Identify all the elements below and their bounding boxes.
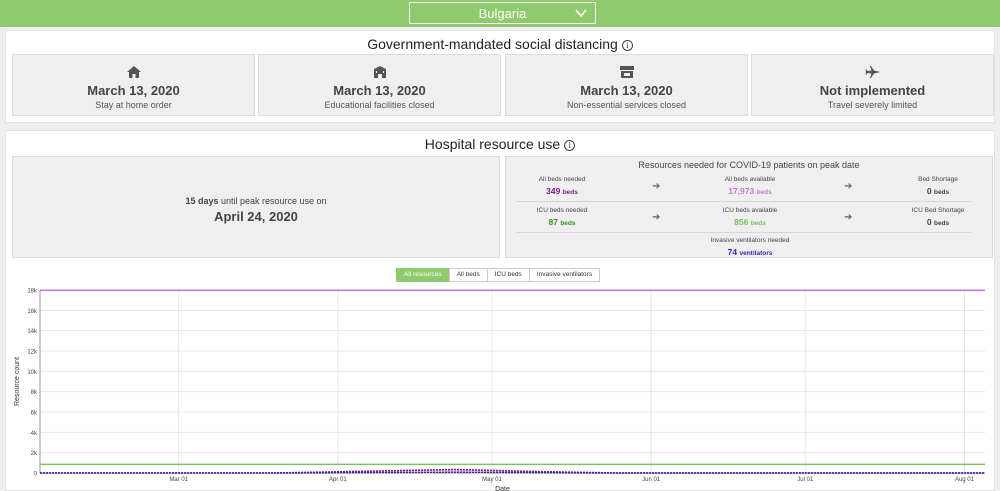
peak-date: April 24, 2020 — [214, 209, 298, 224]
info-icon[interactable]: i — [621, 40, 633, 51]
home-icon — [126, 66, 141, 78]
arrow-right-icon: ➔ — [652, 181, 661, 192]
tab-all-resources[interactable]: All resources — [396, 268, 450, 282]
country-select[interactable]: Bulgaria — [409, 2, 596, 24]
top-bar: Bulgaria — [0, 0, 1000, 27]
peak-days: 15 days — [185, 196, 219, 206]
x-tick-label: Aug 01 — [955, 477, 975, 483]
icu-beds-available: ICU beds available 856 beds — [722, 207, 778, 227]
x-tick-label: May 01 — [482, 477, 502, 483]
y-tick-label: 6k — [31, 411, 38, 417]
peak-card: 15 days until peak resource use on April… — [12, 156, 500, 258]
y-tick-label: 0 — [34, 472, 38, 478]
chevron-down-icon — [575, 9, 587, 18]
stay-at-home-desc: Stay at home order — [95, 100, 172, 110]
y-tick-label: 2k — [31, 451, 38, 457]
y-tick-label: 16k — [27, 309, 38, 315]
stay-at-home-date: March 13, 2020 — [87, 83, 180, 98]
resource-chart: 0 2k 4k 6k 8k 10k 12k 14k 16k 18k Mar 01 Apr 01 May … — [14, 289, 985, 491]
y-tick-label: 12k — [27, 350, 38, 356]
non-essential-services-card: March 13, 2020 Non-essential services cl… — [505, 54, 748, 116]
all-beds-available: All beds available 17,973 beds — [724, 176, 776, 196]
y-tick-label: 14k — [27, 329, 38, 335]
divider — [516, 232, 971, 233]
arrow-right-icon: ➔ — [844, 181, 853, 192]
arrow-right-icon: ➔ — [844, 212, 853, 223]
store-icon — [619, 66, 634, 78]
tab-icu-beds[interactable]: ICU beds — [486, 268, 530, 282]
x-axis-label: Date — [495, 486, 510, 491]
resources-title: Resources needed for COVID-19 patients o… — [638, 160, 860, 170]
divider — [516, 201, 971, 202]
tab-invasive-ventilators[interactable]: Invasive ventilators — [528, 268, 601, 282]
ventilators-needed: Invasive ventilators needed 74 ventilato… — [710, 237, 790, 257]
x-tick-label: Jun 01 — [642, 477, 661, 483]
hospital-resource-title: Hospital resource use — [424, 136, 561, 152]
travel-limited-card: Not implemented Travel severely limited — [751, 54, 994, 116]
arrow-right-icon: ➔ — [652, 212, 661, 223]
y-axis-label: Resource count — [14, 357, 21, 406]
x-tick-label: Apr 01 — [329, 477, 347, 483]
x-tick-label: Jul 01 — [797, 477, 814, 483]
educational-facilities-card: March 13, 2020 Educational facilities cl… — [258, 54, 501, 116]
non-essential-services-desc: Non-essential services closed — [566, 100, 687, 110]
social-distancing-title: Government-mandated social distancing — [367, 36, 618, 52]
bed-shortage: Bed Shortage 0 beds — [918, 176, 958, 196]
tab-all-beds[interactable]: All beds — [448, 268, 488, 282]
y-tick-label: 4k — [31, 431, 38, 437]
y-tick-label: 8k — [31, 390, 38, 396]
x-tick-label: Mar 01 — [169, 477, 188, 483]
plane-icon — [865, 66, 880, 78]
country-select-value: Bulgaria — [478, 5, 527, 21]
y-tick-label: 18k — [27, 289, 38, 295]
icu-beds-needed: ICU beds needed 87 beds — [536, 207, 588, 227]
non-essential-services-date: March 13, 2020 — [580, 83, 673, 98]
info-icon[interactable]: i — [564, 140, 576, 151]
peak-until-text: until peak resource use on — [218, 196, 327, 206]
all-beds-needed: All beds needed 349 beds — [538, 176, 586, 196]
travel-limited-desc: Travel severely limited — [827, 100, 918, 110]
school-icon — [373, 66, 386, 78]
icu-bed-shortage: ICU Bed Shortage 0 beds — [911, 207, 965, 227]
stay-at-home-card: March 13, 2020 Stay at home order — [12, 54, 255, 116]
travel-limited-date: Not implemented — [819, 83, 926, 98]
educational-facilities-desc: Educational facilities closed — [324, 100, 435, 110]
y-tick-label: 10k — [27, 370, 38, 376]
resource-tabs: All resources All beds ICU beds Invasive… — [396, 268, 601, 282]
educational-facilities-date: March 13, 2020 — [333, 83, 426, 98]
resources-card: Resources needed for COVID-19 patients o… — [505, 156, 993, 258]
